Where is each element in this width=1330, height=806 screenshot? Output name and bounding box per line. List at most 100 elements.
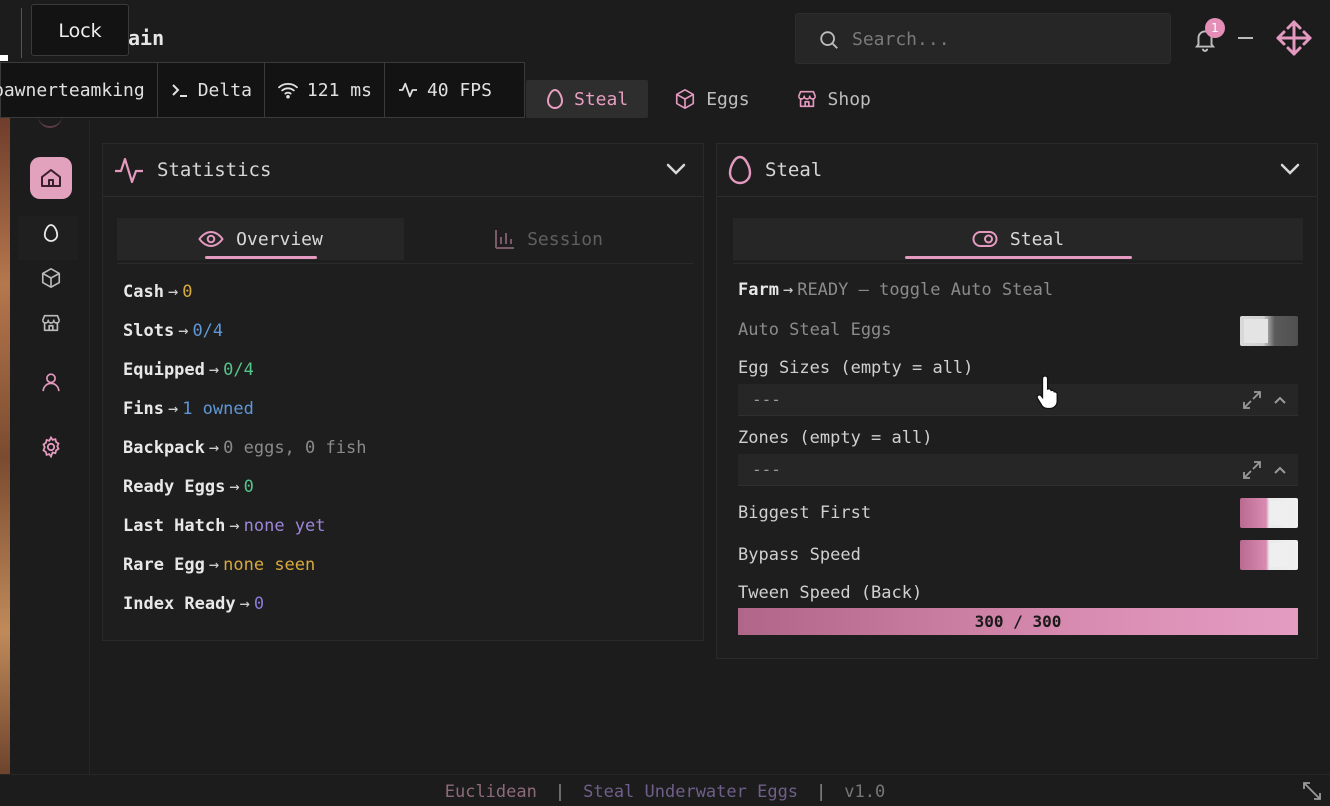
info-fps: 40 FPS bbox=[385, 62, 504, 118]
bar-chart-icon bbox=[495, 230, 515, 249]
egg-sizes-value: --- bbox=[752, 390, 781, 409]
stat-row: Fins → 1 owned bbox=[123, 399, 254, 419]
sidebar-item-shop[interactable] bbox=[30, 302, 72, 344]
biggest-first-toggle[interactable] bbox=[1240, 498, 1298, 528]
tab-eggs[interactable]: Eggs bbox=[654, 80, 769, 118]
stat-key: Fins bbox=[123, 399, 164, 419]
tab-steal[interactable]: Steal bbox=[526, 80, 649, 118]
sidebar-item-home[interactable] bbox=[30, 157, 72, 199]
sidebar-item-settings[interactable] bbox=[30, 426, 72, 468]
notification-badge: 1 bbox=[1205, 18, 1225, 38]
auto-steal-toggle[interactable] bbox=[1240, 316, 1298, 346]
arrow-icon: → bbox=[167, 282, 179, 302]
stat-value: 0 eggs, 0 fish bbox=[223, 438, 367, 458]
egg-icon bbox=[43, 224, 59, 242]
stat-key: Ready Eggs bbox=[123, 477, 226, 497]
user-icon bbox=[42, 373, 60, 392]
search-box[interactable] bbox=[795, 13, 1171, 64]
stat-key: Index Ready bbox=[123, 594, 236, 614]
tab-shop[interactable]: Shop bbox=[776, 80, 891, 118]
tab-overview[interactable]: Overview bbox=[117, 218, 404, 260]
search-input[interactable] bbox=[852, 24, 1152, 54]
stat-key: Equipped bbox=[123, 360, 205, 380]
toggle-icon bbox=[972, 231, 998, 247]
eye-icon bbox=[198, 230, 224, 248]
panel-title: Steal bbox=[765, 159, 823, 181]
farm-status: Farm → READY — toggle Auto Steal bbox=[738, 280, 1054, 300]
chevron-down-icon[interactable] bbox=[665, 162, 687, 176]
username-text: pawnerteamking bbox=[0, 79, 145, 101]
sidebar-item-eggs[interactable] bbox=[30, 257, 72, 299]
resize-icon[interactable] bbox=[1302, 781, 1322, 801]
gear-icon bbox=[42, 435, 60, 459]
info-ping: 121 ms bbox=[265, 62, 385, 118]
chevron-down-icon[interactable] bbox=[1279, 162, 1301, 176]
stat-row: Slots → 0/4 bbox=[123, 321, 223, 341]
chevron-up-icon[interactable] bbox=[1272, 460, 1288, 480]
stat-row: Rare Egg → none seen bbox=[123, 555, 315, 575]
bypass-speed-toggle[interactable] bbox=[1240, 540, 1298, 570]
tab-steal-sub[interactable]: Steal bbox=[733, 218, 1303, 260]
lock-tooltip: Lock bbox=[31, 4, 129, 56]
arrow-icon: → bbox=[178, 321, 189, 341]
stat-value: 1 owned bbox=[182, 399, 254, 419]
tween-speed-slider[interactable]: 300 / 300 bbox=[738, 608, 1298, 635]
wifi-icon bbox=[278, 83, 298, 99]
fps-text: 40 FPS bbox=[426, 79, 492, 101]
stat-row: Ready Eggs → 0 bbox=[123, 477, 254, 497]
statistics-panel: Statistics Overview Session Cash → 0 Slots →… bbox=[102, 143, 704, 641]
toggle-knob bbox=[1244, 319, 1268, 343]
biggest-first-label: Biggest First bbox=[738, 503, 872, 523]
minimize-button[interactable] bbox=[1238, 37, 1253, 39]
steal-panel: Steal Steal Farm → READY — toggle Auto Ste… bbox=[716, 143, 1318, 659]
egg-icon bbox=[546, 88, 564, 109]
cube-icon bbox=[676, 89, 695, 109]
steal-header[interactable]: Steal bbox=[717, 144, 1317, 197]
activity-icon bbox=[398, 82, 417, 98]
egg-sizes-dropdown[interactable]: --- bbox=[738, 384, 1298, 416]
expand-icon[interactable] bbox=[1242, 390, 1262, 410]
footer-version: v1.0 bbox=[844, 782, 886, 802]
arrow-icon: → bbox=[229, 516, 240, 536]
cube-icon bbox=[41, 268, 61, 288]
expand-icon[interactable] bbox=[1242, 460, 1262, 480]
tween-speed-label: Tween Speed (Back) bbox=[738, 583, 923, 603]
tooltip-edge bbox=[0, 8, 22, 58]
stat-value: 0 bbox=[243, 477, 254, 497]
stat-value: 0/4 bbox=[192, 321, 224, 341]
zones-label: Zones (empty = all) bbox=[738, 428, 933, 448]
terminal-icon bbox=[172, 84, 187, 97]
bypass-speed-label: Bypass Speed bbox=[738, 545, 861, 565]
zones-value: --- bbox=[752, 460, 781, 479]
arrow-icon: → bbox=[208, 360, 220, 380]
sidebar-item-profile[interactable] bbox=[30, 361, 72, 403]
move-icon[interactable] bbox=[1274, 18, 1314, 58]
tab-underline bbox=[205, 256, 317, 259]
arrow-icon: → bbox=[167, 399, 179, 419]
footer-author: Euclidean bbox=[444, 782, 537, 802]
toggle-knob bbox=[1270, 501, 1294, 525]
sidebar bbox=[18, 120, 90, 774]
search-icon bbox=[820, 31, 838, 49]
statistics-header[interactable]: Statistics bbox=[103, 144, 703, 197]
steal-subtabs: Steal bbox=[733, 218, 1303, 264]
tab-session[interactable]: Session bbox=[404, 218, 692, 260]
chevron-up-icon[interactable] bbox=[1272, 390, 1288, 410]
window-title: ain bbox=[128, 26, 165, 50]
auto-steal-label: Auto Steal Eggs bbox=[738, 320, 892, 340]
stat-value: 0 bbox=[253, 594, 265, 614]
stat-value: 0/4 bbox=[223, 360, 254, 380]
sidebar-scroll-hint bbox=[38, 112, 62, 128]
sidebar-item-steal[interactable] bbox=[30, 212, 72, 254]
info-bar: pawnerteamking Delta 121 ms 40 FPS bbox=[0, 62, 525, 118]
executor-text: Delta bbox=[197, 79, 252, 101]
zones-dropdown[interactable]: --- bbox=[738, 454, 1298, 486]
stat-value: none yet bbox=[243, 516, 326, 536]
arrow-icon: → bbox=[208, 438, 220, 458]
panel-title: Statistics bbox=[157, 159, 272, 181]
footer: Euclidean | Steal Underwater Eggs | v1.0 bbox=[0, 774, 1330, 806]
stat-value: none seen bbox=[223, 555, 316, 575]
ping-text: 121 ms bbox=[306, 79, 372, 101]
toggle-knob bbox=[1270, 543, 1294, 567]
info-user: pawnerteamking bbox=[0, 62, 158, 118]
